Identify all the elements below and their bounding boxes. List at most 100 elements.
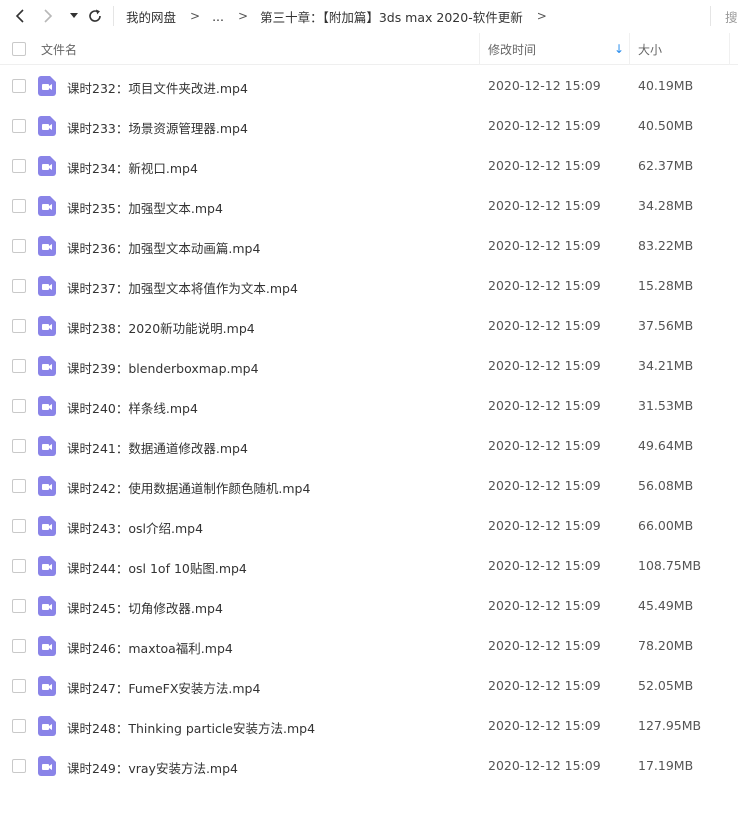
video-file-icon: [38, 156, 56, 176]
file-size: 78.20MB: [638, 638, 694, 653]
column-header-size[interactable]: 大小: [638, 33, 662, 65]
file-row[interactable]: 课时246：maxtoa福利.mp4 2020-12-12 15:09 78.20M…: [0, 626, 738, 666]
file-checkbox[interactable]: [12, 519, 26, 533]
file-name[interactable]: 课时246：maxtoa福利.mp4: [67, 638, 233, 657]
file-row[interactable]: 课时239：blenderboxmap.mp4 2020-12-12 15:09 3…: [0, 346, 738, 386]
file-name[interactable]: 课时244：osl 1of 10贴图.mp4: [67, 558, 247, 577]
refresh-button[interactable]: [85, 5, 105, 27]
forward-button[interactable]: [38, 5, 58, 27]
file-name[interactable]: 课时245：切角修改器.mp4: [67, 598, 223, 617]
file-name[interactable]: 课时248：Thinking particle安装方法.mp4: [67, 718, 315, 737]
file-name[interactable]: 课时241：数据通道修改器.mp4: [67, 438, 248, 457]
file-size: 15.28MB: [638, 278, 694, 293]
file-row[interactable]: 课时233：场景资源管理器.mp4 2020-12-12 15:09 40.50MB: [0, 106, 738, 146]
file-modified-date: 2020-12-12 15:09: [488, 558, 601, 573]
file-checkbox[interactable]: [12, 679, 26, 693]
file-checkbox[interactable]: [12, 159, 26, 173]
file-modified-date: 2020-12-12 15:09: [488, 118, 601, 133]
video-file-icon: [38, 356, 56, 376]
column-divider[interactable]: [479, 33, 480, 65]
select-all-checkbox[interactable]: [12, 42, 26, 56]
back-button[interactable]: [10, 5, 30, 27]
file-name[interactable]: 课时233：场景资源管理器.mp4: [67, 118, 248, 137]
file-name[interactable]: 课时239：blenderboxmap.mp4: [67, 358, 259, 377]
file-checkbox[interactable]: [12, 399, 26, 413]
file-row[interactable]: 课时247：FumeFX安装方法.mp4 2020-12-12 15:09 52.0…: [0, 666, 738, 706]
file-row[interactable]: 课时248：Thinking particle安装方法.mp4 2020-12-1…: [0, 706, 738, 746]
file-name[interactable]: 课时240：样条线.mp4: [67, 398, 198, 417]
file-name[interactable]: 课时242：使用数据通道制作颜色随机.mp4: [67, 478, 310, 497]
file-checkbox[interactable]: [12, 599, 26, 613]
file-size: 62.37MB: [638, 158, 694, 173]
file-row[interactable]: 课时235：加强型文本.mp4 2020-12-12 15:09 34.28MB: [0, 186, 738, 226]
file-modified-date: 2020-12-12 15:09: [488, 158, 601, 173]
file-checkbox[interactable]: [12, 719, 26, 733]
column-header-modified[interactable]: 修改时间: [488, 33, 536, 65]
file-modified-date: 2020-12-12 15:09: [488, 678, 601, 693]
file-modified-date: 2020-12-12 15:09: [488, 318, 601, 333]
video-file-icon: [38, 316, 56, 336]
file-checkbox[interactable]: [12, 559, 26, 573]
caret-down-icon: [70, 13, 78, 18]
search-input[interactable]: 搜: [725, 7, 738, 26]
file-checkbox[interactable]: [12, 759, 26, 773]
file-row[interactable]: 课时242：使用数据通道制作颜色随机.mp4 2020-12-12 15:09 56…: [0, 466, 738, 506]
file-checkbox[interactable]: [12, 239, 26, 253]
file-row[interactable]: 课时249：vray安装方法.mp4 2020-12-12 15:09 17.19M…: [0, 746, 738, 786]
history-dropdown-button[interactable]: [64, 5, 84, 27]
file-name[interactable]: 课时249：vray安装方法.mp4: [67, 758, 238, 777]
breadcrumb-current-folder[interactable]: 第三十章：【附加篇】3ds max 2020-软件更新: [260, 7, 523, 26]
file-size: 40.19MB: [638, 78, 694, 93]
video-file-icon: [38, 236, 56, 256]
file-name[interactable]: 课时234：新视口.mp4: [67, 158, 198, 177]
file-checkbox[interactable]: [12, 319, 26, 333]
file-name[interactable]: 课时235：加强型文本.mp4: [67, 198, 223, 217]
video-file-icon: [38, 756, 56, 776]
file-checkbox[interactable]: [12, 119, 26, 133]
file-size: 66.00MB: [638, 518, 694, 533]
file-modified-date: 2020-12-12 15:09: [488, 478, 601, 493]
breadcrumb-ellipsis[interactable]: ...: [212, 9, 224, 24]
file-row[interactable]: 课时232：项目文件夹改进.mp4 2020-12-12 15:09 40.19MB: [0, 66, 738, 106]
file-row[interactable]: 课时236：加强型文本动画篇.mp4 2020-12-12 15:09 83.22M…: [0, 226, 738, 266]
file-checkbox[interactable]: [12, 279, 26, 293]
breadcrumb-separator: >: [536, 9, 547, 23]
file-name[interactable]: 课时238：2020新功能说明.mp4: [67, 318, 255, 337]
column-header-name[interactable]: 文件名: [41, 33, 77, 65]
file-size: 31.53MB: [638, 398, 694, 413]
video-file-icon: [38, 476, 56, 496]
column-divider[interactable]: [629, 33, 630, 65]
file-row[interactable]: 课时234：新视口.mp4 2020-12-12 15:09 62.37MB: [0, 146, 738, 186]
file-checkbox[interactable]: [12, 639, 26, 653]
file-checkbox[interactable]: [12, 199, 26, 213]
file-row[interactable]: 课时245：切角修改器.mp4 2020-12-12 15:09 45.49MB: [0, 586, 738, 626]
file-checkbox[interactable]: [12, 439, 26, 453]
file-name[interactable]: 课时243：osl介绍.mp4: [67, 518, 203, 537]
navigation-bar: 我的网盘 > ... > 第三十章：【附加篇】3ds max 2020-软件更新…: [0, 0, 738, 32]
breadcrumb-root[interactable]: 我的网盘: [126, 7, 176, 26]
file-size: 83.22MB: [638, 238, 694, 253]
file-name[interactable]: 课时232：项目文件夹改进.mp4: [67, 78, 248, 97]
file-name[interactable]: 课时237：加强型文本将值作为文本.mp4: [67, 278, 298, 297]
file-modified-date: 2020-12-12 15:09: [488, 358, 601, 373]
file-row[interactable]: 课时243：osl介绍.mp4 2020-12-12 15:09 66.00MB: [0, 506, 738, 546]
file-modified-date: 2020-12-12 15:09: [488, 198, 601, 213]
file-row[interactable]: 课时237：加强型文本将值作为文本.mp4 2020-12-12 15:09 15.…: [0, 266, 738, 306]
file-modified-date: 2020-12-12 15:09: [488, 718, 601, 733]
file-checkbox[interactable]: [12, 79, 26, 93]
file-row[interactable]: 课时238：2020新功能说明.mp4 2020-12-12 15:09 37.56…: [0, 306, 738, 346]
file-checkbox[interactable]: [12, 359, 26, 373]
breadcrumb-separator: >: [238, 9, 249, 23]
file-row[interactable]: 课时241：数据通道修改器.mp4 2020-12-12 15:09 49.64MB: [0, 426, 738, 466]
column-divider[interactable]: [729, 33, 730, 65]
file-checkbox[interactable]: [12, 479, 26, 493]
breadcrumb-separator: >: [190, 9, 201, 23]
file-row[interactable]: 课时244：osl 1of 10贴图.mp4 2020-12-12 15:09 10…: [0, 546, 738, 586]
sort-descending-icon[interactable]: ↓: [614, 42, 624, 56]
file-name[interactable]: 课时247：FumeFX安装方法.mp4: [67, 678, 260, 697]
file-name[interactable]: 课时236：加强型文本动画篇.mp4: [67, 238, 260, 257]
file-list-header: 文件名 修改时间 ↓ 大小: [0, 33, 738, 65]
file-size: 52.05MB: [638, 678, 694, 693]
file-row[interactable]: 课时240：样条线.mp4 2020-12-12 15:09 31.53MB: [0, 386, 738, 426]
toolbar-divider: [113, 6, 114, 26]
